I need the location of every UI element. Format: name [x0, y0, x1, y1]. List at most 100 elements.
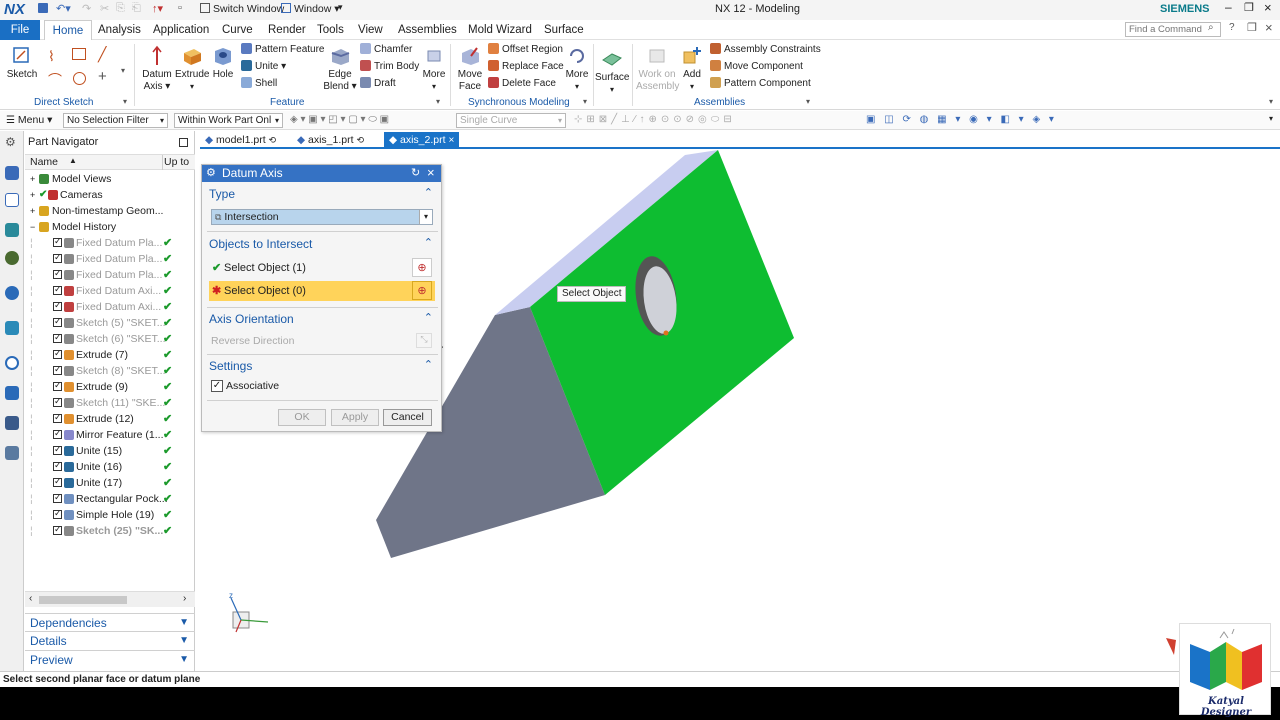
hd3d-tools-icon[interactable]	[5, 286, 19, 300]
copy-icon[interactable]: ⎘	[116, 2, 125, 15]
feature-group-dropdown-icon[interactable]: ▾	[436, 97, 440, 106]
tab-curve[interactable]: Curve	[222, 20, 253, 40]
doc-tab-axis2-active[interactable]: ◆ axis_2.prt ×	[384, 132, 460, 148]
add-dropdown-icon[interactable]: ▾	[690, 82, 694, 91]
name-column-header[interactable]: Name	[30, 156, 58, 168]
surface-button[interactable]: Surface ▾	[595, 48, 629, 96]
reuse-library-icon[interactable]	[5, 251, 19, 265]
history-feature-row[interactable]: ¦ ✓ Sketch (8) "SKET... ✔	[25, 363, 195, 379]
collapse-settings-icon[interactable]: ⌃	[424, 358, 433, 371]
cut-icon[interactable]: ✂	[100, 2, 109, 15]
search-icon[interactable]: ⌕	[1208, 22, 1214, 33]
sync-group-dropdown-icon[interactable]: ▾	[583, 97, 587, 106]
line-icon[interactable]: ╱	[98, 46, 106, 63]
selection-filter-dropdown[interactable]: No Selection Filter ▾	[63, 113, 168, 128]
type-dropdown[interactable]: ⧉ Intersection ▾	[211, 209, 433, 225]
pattern-component-button[interactable]: Pattern Component	[710, 76, 811, 91]
cancel-button[interactable]: Cancel	[383, 409, 432, 426]
tree-node[interactable]: + Non-timestamp Geom...	[25, 203, 195, 219]
surface-dropdown-icon[interactable]: ▾	[610, 85, 614, 94]
maximize-navigator-icon[interactable]	[179, 138, 188, 147]
history-feature-row[interactable]: ¦ ✓ Unite (16) ✔	[25, 459, 195, 475]
work-on-assembly-button[interactable]: Work on Assembly	[636, 45, 679, 93]
system-scenes-icon[interactable]	[5, 446, 19, 460]
curve-rule-dropdown[interactable]: Single Curve ▾	[456, 113, 566, 128]
dialog-close-icon[interactable]: ×	[427, 164, 435, 181]
direct-sketch-group-dropdown-icon[interactable]: ▾	[123, 97, 127, 106]
details-panel-header[interactable]: Details ▼	[25, 631, 195, 649]
scroll-right-icon[interactable]: ›	[183, 593, 186, 604]
doc-tab-axis1[interactable]: ◆ axis_1.prt ⟲	[292, 132, 369, 148]
expand-icon[interactable]: −	[30, 219, 35, 235]
horizontal-scrollbar[interactable]: ‹ ›	[25, 591, 195, 607]
snap-point-icons[interactable]: ⊹⊞⊠╱⊥∕↑⊕⊙⊙⊘◎⬭⊟	[574, 114, 736, 125]
history-feature-row[interactable]: ¦ ✓ Fixed Datum Axi... ✔	[25, 283, 195, 299]
history-feature-row[interactable]: ¦ ✓ Unite (15) ✔	[25, 443, 195, 459]
history-feature-row[interactable]: ¦ ✓ Sketch (5) "SKET... ✔	[25, 315, 195, 331]
paste-icon[interactable]: ⎗	[132, 2, 141, 15]
selection-scope-dropdown[interactable]: Within Work Part Onl ▾	[174, 113, 283, 128]
tab-application[interactable]: Application	[153, 20, 209, 40]
web-browser-icon[interactable]	[5, 321, 19, 335]
tab-render[interactable]: Render	[268, 20, 306, 40]
type-section-header[interactable]: Type	[209, 187, 235, 201]
roles-icon[interactable]	[5, 416, 19, 430]
history-feature-row[interactable]: ¦ ✓ Extrude (9) ✔	[25, 379, 195, 395]
offset-region-button[interactable]: Offset Region	[488, 42, 563, 57]
settings-section-header[interactable]: Settings	[209, 359, 252, 373]
move-face-button[interactable]: Move Face	[455, 45, 485, 93]
tab-mold-wizard[interactable]: Mold Wizard	[468, 20, 532, 40]
select-object-2-row-active[interactable]: ✱ Select Object (0) ⊕	[209, 281, 435, 301]
rectangle-icon[interactable]	[72, 48, 86, 60]
tree-node[interactable]: + ✔ Cameras	[25, 187, 195, 203]
general-selection-intent-icon[interactable]: ◈ ▾ ▣ ▾ ◰ ▾ ▢ ▾ ⬭ ▣	[290, 114, 389, 125]
arc-icon[interactable]: ⌒	[48, 70, 62, 90]
repeat-command-icon[interactable]: ↑▾	[152, 2, 163, 15]
command-search-input[interactable]	[1125, 22, 1221, 37]
close-tab-icon[interactable]: ×	[448, 135, 454, 146]
part-navigator-icon[interactable]	[5, 223, 19, 237]
ribbon-options-icon[interactable]: ▾	[1269, 97, 1273, 106]
tab-view[interactable]: View	[358, 20, 383, 40]
tab-analysis[interactable]: Analysis	[98, 20, 141, 40]
doc-tab-model1[interactable]: ◆ model1.prt ⟲	[200, 132, 281, 148]
profile-icon[interactable]: ⌇	[48, 48, 55, 65]
dependencies-panel-header[interactable]: Dependencies ▼	[25, 613, 195, 631]
up-to-date-column-header[interactable]: Up to	[164, 156, 189, 168]
chamfer-button[interactable]: Chamfer	[360, 42, 412, 57]
file-tab[interactable]: File	[0, 20, 40, 40]
undo-icon[interactable]: ↶▾	[56, 2, 71, 15]
select-object-1-row[interactable]: ✔ Select Object (1) ⊕	[209, 258, 435, 278]
history-icon[interactable]	[5, 356, 19, 370]
extrude-dropdown-icon[interactable]: ▾	[190, 82, 194, 91]
sync-more-dropdown-icon[interactable]: ▾	[575, 82, 579, 91]
history-feature-row[interactable]: ¦ ✓ Fixed Datum Pla... ✔	[25, 235, 195, 251]
sketch-more-icon[interactable]: ▾	[121, 66, 125, 75]
reverse-direction-icon[interactable]: ⤡	[416, 333, 432, 348]
toolbar-options-icon[interactable]: ▾	[1269, 114, 1273, 123]
history-feature-row[interactable]: ¦ ✓ Rectangular Pock... ✔	[25, 491, 195, 507]
pattern-feature-button[interactable]: Pattern Feature	[241, 42, 324, 57]
minimize-icon[interactable]: –	[1225, 0, 1232, 14]
expand-icon[interactable]: +	[30, 171, 35, 187]
close-window-icon[interactable]: ×	[1264, 0, 1272, 15]
sync-more-button[interactable]: More ▾	[563, 45, 591, 93]
switch-window-button[interactable]: Switch Window	[213, 3, 284, 15]
circle-icon[interactable]	[73, 72, 86, 85]
hole-button[interactable]: Hole	[210, 45, 236, 81]
shell-button[interactable]: Shell	[241, 76, 277, 91]
move-component-button[interactable]: Move Component	[710, 59, 803, 74]
history-feature-row[interactable]: ¦ ✓ Sketch (11) "SKE... ✔	[25, 395, 195, 411]
history-feature-row[interactable]: ¦ ✓ Extrude (7) ✔	[25, 347, 195, 363]
extrude-button[interactable]: Extrude ▾	[175, 45, 209, 93]
history-feature-row[interactable]: ¦ ✓ Sketch (25) "SK... ✔	[25, 523, 195, 539]
assemblies-group-dropdown-icon[interactable]: ▾	[806, 97, 810, 106]
axis-orientation-section-header[interactable]: Axis Orientation	[209, 312, 294, 326]
ribbon-close-icon[interactable]: ×	[1265, 20, 1273, 35]
process-studio-icon[interactable]	[5, 386, 19, 400]
restore-icon[interactable]: ❐	[1244, 1, 1254, 14]
delete-face-button[interactable]: Delete Face	[488, 76, 556, 91]
reset-icon[interactable]: ↻	[411, 165, 420, 182]
point-icon[interactable]: +	[98, 68, 107, 85]
help-icon[interactable]: ?	[1229, 22, 1235, 33]
